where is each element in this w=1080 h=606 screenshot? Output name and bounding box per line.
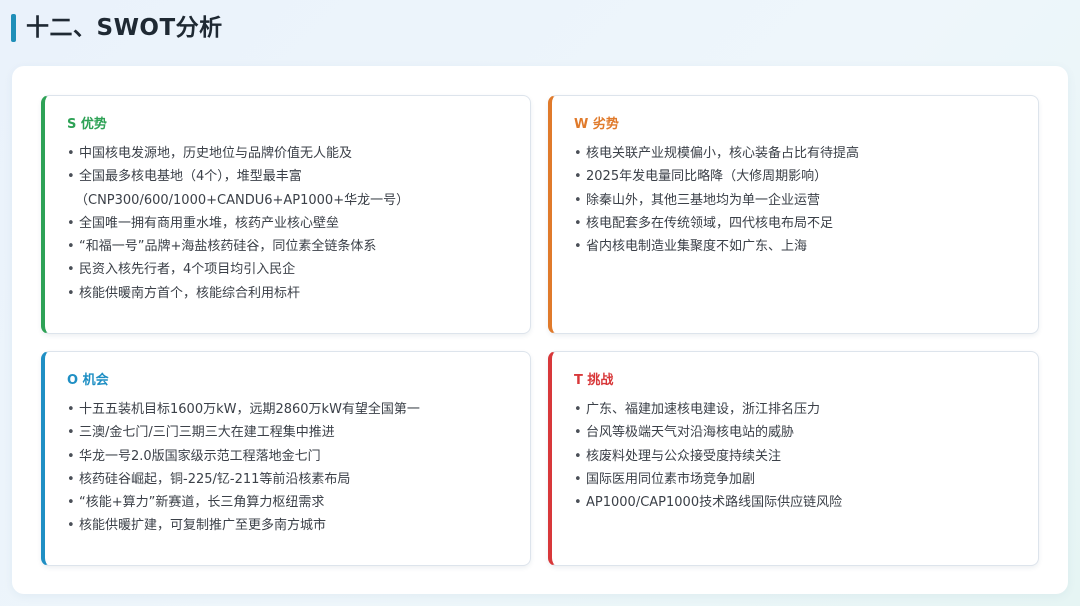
bullet-icon: • <box>67 146 75 161</box>
weaknesses-title: W 劣势 <box>574 117 619 132</box>
bullet-icon: • <box>67 495 75 511</box>
bullet-icon: • <box>67 239 75 255</box>
opportunities-list: • 十五五装机目标1600万kW，远期2860万kW有望全国第一 • 三澳/金七门/… <box>67 398 508 538</box>
list-item: • 三澳/金七门/三门三期三大在建工程集中推进 <box>67 421 508 444</box>
bullet-icon: • <box>67 285 75 301</box>
list-item: • AP1000/CAP1000技术路线国际供应链风险 <box>574 491 1016 514</box>
list-item: • 省内核电制造业集聚度不如广东、上海 <box>574 235 1016 258</box>
list-item: • 十五五装机目标1600万kW，远期2860万kW有望全国第一 <box>67 398 508 421</box>
bullet-icon: • <box>574 215 582 231</box>
strengths-title: S 优势 <box>67 117 107 132</box>
list-item: • 核电配套多在传统领域，四代核电布局不足 <box>574 212 1016 235</box>
bullet-icon: • <box>574 169 582 185</box>
bullet-icon: • <box>574 471 582 487</box>
threats-list: • 广东、福建加速核电建设，浙江排名压力 • 台风等极端天气对沿海核电站的威胁 • 核… <box>574 398 1016 514</box>
page-title: 十二、SWOT分析 <box>26 15 223 41</box>
list-item: • 核电关联产业规模偏小，核心装备占比有待提高 <box>574 142 1016 165</box>
bullet-icon: • <box>574 448 582 464</box>
list-item: • 民资入核先行者，4个项目均引入民企 <box>67 258 508 281</box>
threats-title: T 挑战 <box>574 373 614 388</box>
list-item: • 中国核电发源地，历史地位与品牌价值无人能及 <box>67 142 508 165</box>
bullet-icon: • <box>67 169 75 185</box>
weaknesses-list: • 核电关联产业规模偏小，核心装备占比有待提高 • 2025年发电量同比略降（大修周… <box>574 142 1016 258</box>
list-item: • 全国唯一拥有商用重水堆，核药产业核心壁垒 <box>67 212 508 235</box>
bullet-icon: • <box>574 239 582 255</box>
list-item: • “核能+算力”新赛道，长三角算力枢纽需求 <box>67 491 508 514</box>
bullet-icon: • <box>574 495 582 511</box>
list-item: • 核药硅谷崛起，铜-225/钇-211等前沿核素布局 <box>67 468 508 491</box>
opportunities-title: O 机会 <box>67 373 109 388</box>
list-item: • 国际医用同位素市场竞争加剧 <box>574 468 1016 491</box>
opportunities-card: O 机会 • 十五五装机目标1600万kW，远期2860万kW有望全国第一 • 三澳… <box>41 351 531 566</box>
list-item: • “和福一号”品牌+海盐核药硅谷，同位素全链条体系 <box>67 235 508 258</box>
bullet-icon: • <box>574 146 582 161</box>
list-item: • 2025年发电量同比略降（大修周期影响） <box>574 165 1016 188</box>
bullet-icon: • <box>67 471 75 487</box>
threats-card: T 挑战 • 广东、福建加速核电建设，浙江排名压力 • 台风等极端天气对沿海核电站的… <box>548 351 1039 566</box>
list-item: • 台风等极端天气对沿海核电站的威胁 <box>574 421 1016 444</box>
bullet-icon: • <box>574 402 582 417</box>
bullet-icon: • <box>67 215 75 231</box>
bullet-icon: • <box>574 192 582 208</box>
bullet-icon: • <box>67 518 75 534</box>
bullet-icon: • <box>67 402 75 417</box>
list-item: • 核废料处理与公众接受度持续关注 <box>574 445 1016 468</box>
list-item: • 全国最多核电基地（4个），堆型最丰富 <box>67 165 508 188</box>
weaknesses-card: W 劣势 • 核电关联产业规模偏小，核心装备占比有待提高 • 2025年发电量同比略… <box>548 95 1039 334</box>
bullet-icon: • <box>67 425 75 441</box>
list-item: • 核能供暖扩建，可复制推广至更多南方城市 <box>67 514 508 537</box>
bullet-icon: • <box>67 448 75 464</box>
strengths-card: S 优势 • 中国核电发源地，历史地位与品牌价值无人能及 • 全国最多核电基地（4个… <box>41 95 531 334</box>
title-accent-bar <box>11 14 16 42</box>
list-item: • 广东、福建加速核电建设，浙江排名压力 <box>574 398 1016 421</box>
list-item: • 核能供暖南方首个，核能综合利用标杆 <box>67 282 508 305</box>
strengths-list: • 中国核电发源地，历史地位与品牌价值无人能及 • 全国最多核电基地（4个），堆型最… <box>67 142 508 305</box>
list-item: • 华龙一号2.0版国家级示范工程落地金七门 <box>67 445 508 468</box>
bullet-icon: • <box>67 262 75 278</box>
list-item: • 除秦山外，其他三基地均为单一企业运营 <box>574 189 1016 212</box>
list-item-continuation: （CNP300/600/1000+CANDU6+AP1000+华龙一号） <box>75 192 410 208</box>
bullet-icon: • <box>574 425 582 441</box>
